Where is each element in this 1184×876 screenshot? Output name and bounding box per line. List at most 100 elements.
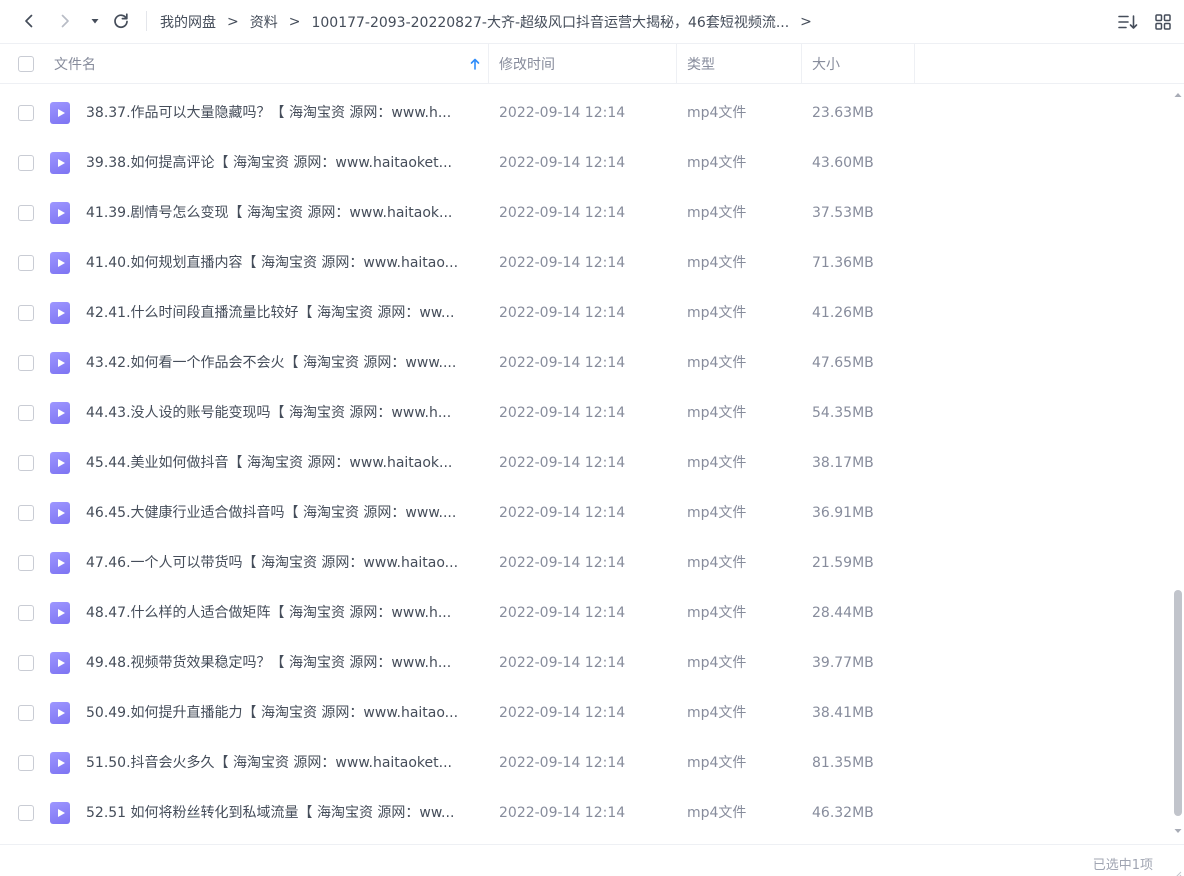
row-checkbox[interactable] (18, 305, 34, 321)
file-modified-time: 2022-09-14 12:14 (499, 405, 626, 421)
row-checkbox[interactable] (18, 705, 34, 721)
file-name[interactable]: 46.45.大健康行业适合做抖音吗【 海淘宝资 源网：www.... (86, 488, 482, 538)
video-file-icon (50, 702, 70, 724)
resize-grip-icon[interactable] (1174, 867, 1182, 876)
forward-button[interactable] (54, 10, 76, 32)
file-size: 71.36MB (812, 255, 874, 271)
file-name[interactable]: 38.37.作品可以大量隐藏吗？【 海淘宝资 源网：www.h... (86, 88, 482, 138)
file-type: mp4文件 (687, 705, 747, 721)
sort-button[interactable] (1116, 10, 1140, 34)
file-size: 41.26MB (812, 305, 874, 321)
scroll-up-arrow[interactable] (1173, 88, 1183, 98)
file-row[interactable]: 41.39.剧情号怎么变现【 海淘宝资 源网：www.haitaok... 20… (0, 188, 1170, 238)
file-size: 46.32MB (812, 805, 874, 821)
column-header-type[interactable]: 类型 (687, 44, 715, 84)
video-file-icon (50, 302, 70, 324)
row-checkbox[interactable] (18, 555, 34, 571)
column-header-modified[interactable]: 修改时间 (499, 44, 555, 84)
grid-view-icon (1155, 14, 1171, 30)
column-divider[interactable] (914, 44, 915, 84)
row-checkbox[interactable] (18, 255, 34, 271)
file-size: 37.53MB (812, 205, 874, 221)
file-row[interactable]: 48.47.什么样的人适合做矩阵【 海淘宝资 源网：www.h... 2022-… (0, 588, 1170, 638)
file-type: mp4文件 (687, 555, 747, 571)
row-checkbox[interactable] (18, 155, 34, 171)
row-checkbox[interactable] (18, 505, 34, 521)
file-row[interactable]: 47.46.一个人可以带货吗【 海淘宝资 源网：www.haitao... 20… (0, 538, 1170, 588)
scrollbar-thumb[interactable] (1174, 590, 1182, 816)
file-name[interactable]: 42.41.什么时间段直播流量比较好【 海淘宝资 源网：ww... (86, 288, 482, 338)
file-type: mp4文件 (687, 155, 747, 171)
file-row[interactable]: 41.40.如何规划直播内容【 海淘宝资 源网：www.haitao... 20… (0, 238, 1170, 288)
file-row[interactable]: 49.48.视频带货效果稳定吗？【 海淘宝资 源网：www.h... 2022-… (0, 638, 1170, 688)
file-name[interactable]: 51.50.抖音会火多久【 海淘宝资 源网：www.haitaoket... (86, 738, 482, 788)
column-divider[interactable] (801, 44, 802, 84)
scroll-down-arrow[interactable] (1173, 824, 1183, 834)
file-size: 23.63MB (812, 105, 874, 121)
view-mode-button[interactable] (1151, 10, 1175, 34)
file-name[interactable]: 41.40.如何规划直播内容【 海淘宝资 源网：www.haitao... (86, 238, 482, 288)
column-header-size[interactable]: 大小 (812, 44, 840, 84)
file-row[interactable]: 45.44.美业如何做抖音【 海淘宝资 源网：www.haitaok... 20… (0, 438, 1170, 488)
file-row[interactable]: 42.41.什么时间段直播流量比较好【 海淘宝资 源网：ww... 2022-0… (0, 288, 1170, 338)
video-file-icon (50, 202, 70, 224)
file-name[interactable]: 44.43.没人设的账号能变现吗【 海淘宝资 源网：www.h... (86, 388, 482, 438)
file-size: 28.44MB (812, 605, 874, 621)
file-type: mp4文件 (687, 355, 747, 371)
chevron-right-icon (61, 14, 69, 28)
row-checkbox[interactable] (18, 405, 34, 421)
breadcrumb-item-root[interactable]: 我的网盘 (160, 12, 216, 32)
file-row[interactable]: 46.45.大健康行业适合做抖音吗【 海淘宝资 源网：www.... 2022-… (0, 488, 1170, 538)
back-button[interactable] (18, 10, 40, 32)
breadcrumb-more-separator[interactable]: > (800, 14, 812, 30)
file-modified-time: 2022-09-14 12:14 (499, 255, 626, 271)
column-divider[interactable] (676, 44, 677, 84)
column-header-name[interactable]: 文件名 (54, 44, 96, 84)
file-row[interactable]: 44.43.没人设的账号能变现吗【 海淘宝资 源网：www.h... 2022-… (0, 388, 1170, 438)
file-name[interactable]: 47.46.一个人可以带货吗【 海淘宝资 源网：www.haitao... (86, 538, 482, 588)
file-row[interactable]: 43.42.如何看一个作品会不会火【 海淘宝资 源网：www.... 2022-… (0, 338, 1170, 388)
breadcrumb-separator: > (227, 14, 239, 30)
file-name[interactable]: 48.47.什么样的人适合做矩阵【 海淘宝资 源网：www.h... (86, 588, 482, 638)
row-checkbox[interactable] (18, 105, 34, 121)
history-dropdown-button[interactable] (84, 10, 106, 32)
video-file-icon (50, 102, 70, 124)
file-row[interactable]: 39.38.如何提高评论【 海淘宝资 源网：www.haitaoket... 2… (0, 138, 1170, 188)
caret-down-icon (91, 19, 99, 24)
row-checkbox[interactable] (18, 805, 34, 821)
select-all-checkbox[interactable] (18, 56, 34, 72)
file-name[interactable]: 49.48.视频带货效果稳定吗？【 海淘宝资 源网：www.h... (86, 638, 482, 688)
refresh-button[interactable] (110, 10, 132, 32)
file-name[interactable]: 52.51 如何将粉丝转化到私域流量【 海淘宝资 源网：ww... (86, 788, 482, 838)
file-name[interactable]: 43.42.如何看一个作品会不会火【 海淘宝资 源网：www.... (86, 338, 482, 388)
breadcrumb-item-current[interactable]: 100177-2093-20220827-大齐-超级风口抖音运营大揭秘，46套短… (311, 12, 789, 32)
file-modified-time: 2022-09-14 12:14 (499, 555, 626, 571)
file-modified-time: 2022-09-14 12:14 (499, 455, 626, 471)
video-file-icon (50, 552, 70, 574)
file-name[interactable]: 50.49.如何提升直播能力【 海淘宝资 源网：www.haitao... (86, 688, 482, 738)
breadcrumb-item-folder[interactable]: 资料 (250, 12, 278, 32)
file-name[interactable]: 39.38.如何提高评论【 海淘宝资 源网：www.haitaoket... (86, 138, 482, 188)
file-type: mp4文件 (687, 105, 747, 121)
row-checkbox[interactable] (18, 655, 34, 671)
file-name[interactable]: 45.44.美业如何做抖音【 海淘宝资 源网：www.haitaok... (86, 438, 482, 488)
video-file-icon (50, 502, 70, 524)
file-size: 21.59MB (812, 555, 874, 571)
video-file-icon (50, 802, 70, 824)
row-checkbox[interactable] (18, 755, 34, 771)
file-row[interactable]: 38.37.作品可以大量隐藏吗？【 海淘宝资 源网：www.h... 2022-… (0, 88, 1170, 138)
file-type: mp4文件 (687, 205, 747, 221)
file-modified-time: 2022-09-14 12:14 (499, 755, 626, 771)
row-checkbox[interactable] (18, 355, 34, 371)
file-type: mp4文件 (687, 505, 747, 521)
row-checkbox[interactable] (18, 205, 34, 221)
file-row[interactable]: 51.50.抖音会火多久【 海淘宝资 源网：www.haitaoket... 2… (0, 738, 1170, 788)
file-modified-time: 2022-09-14 12:14 (499, 355, 626, 371)
file-name[interactable]: 41.39.剧情号怎么变现【 海淘宝资 源网：www.haitaok... (86, 188, 482, 238)
file-row[interactable]: 52.51 如何将粉丝转化到私域流量【 海淘宝资 源网：ww... 2022-0… (0, 788, 1170, 838)
file-row[interactable]: 50.49.如何提升直播能力【 海淘宝资 源网：www.haitao... 20… (0, 688, 1170, 738)
breadcrumb-separator: > (288, 14, 301, 30)
row-checkbox[interactable] (18, 605, 34, 621)
row-checkbox[interactable] (18, 455, 34, 471)
column-divider[interactable] (488, 44, 489, 84)
